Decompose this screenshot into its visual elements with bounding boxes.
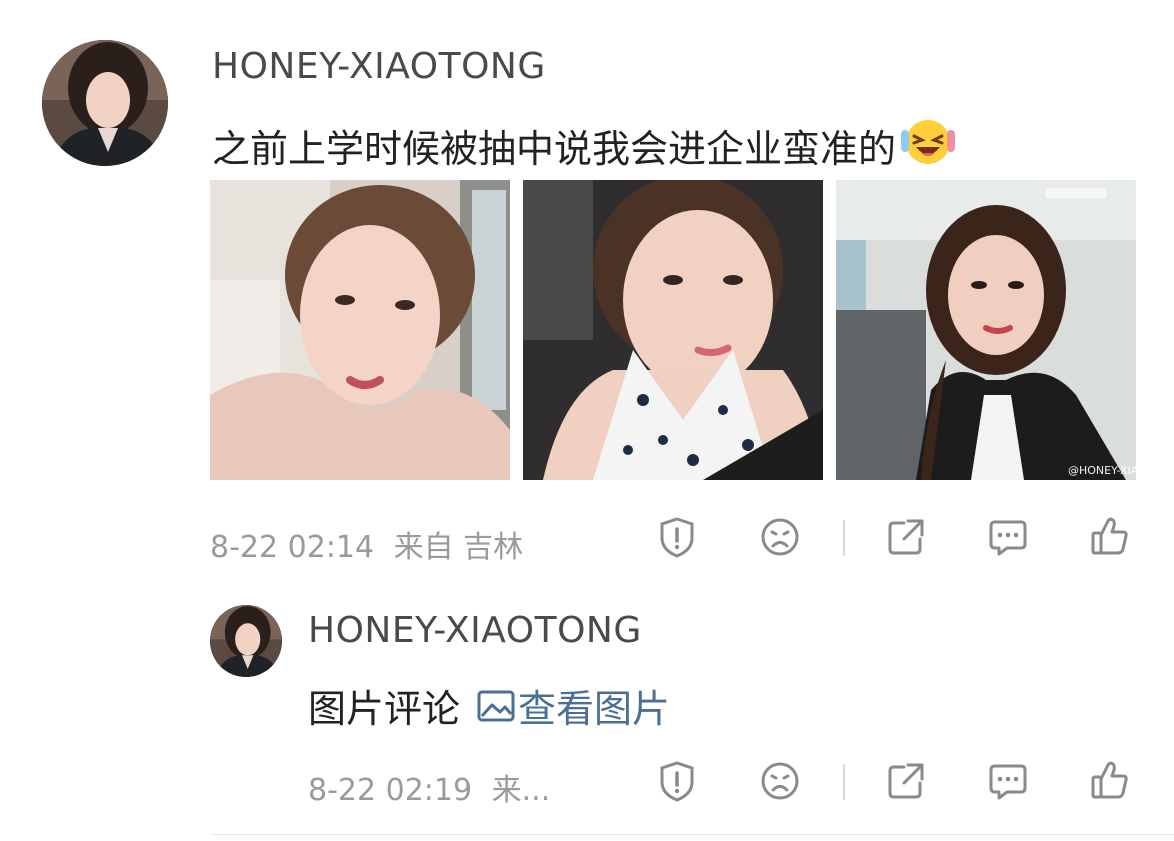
post-text: 之前上学时候被抽中说我会进企业蛮准的 <box>212 116 956 175</box>
selfie-photo-3[interactable]: @HONEY-XIA <box>836 180 1136 480</box>
like-button[interactable] <box>1088 513 1132 559</box>
action-divider <box>843 520 845 556</box>
like-icon <box>1091 517 1128 555</box>
report-icon <box>660 517 694 558</box>
selfie-photo-1[interactable] <box>210 180 510 480</box>
share-button[interactable] <box>884 515 928 559</box>
report-icon <box>660 761 694 802</box>
comment-icon <box>989 520 1027 556</box>
dislike-button[interactable] <box>758 515 802 559</box>
reply-dislike-button[interactable] <box>758 759 802 803</box>
post-timestamp: 8-22 02:14 <box>210 530 375 565</box>
reply-text-body: 图片评论 <box>308 687 461 731</box>
reply-action-divider <box>843 764 845 800</box>
report-button[interactable] <box>655 515 699 559</box>
comment-button[interactable] <box>986 515 1030 559</box>
dislike-icon <box>761 762 799 800</box>
reply-like-button[interactable] <box>1088 757 1132 803</box>
post-meta: 8-22 02:14 来自 吉林 <box>210 522 523 566</box>
reply-meta: 8-22 02:19 来... <box>308 765 550 809</box>
reply-location: 来... <box>491 773 551 808</box>
laughing-crying-emoji-icon <box>900 116 956 175</box>
post-avatar[interactable] <box>42 40 168 166</box>
view-image-label: 查看图片 <box>518 687 671 731</box>
share-icon <box>888 763 924 799</box>
reply-timestamp: 8-22 02:19 <box>308 773 473 808</box>
selfie-photo-2[interactable] <box>523 180 823 480</box>
post-text-body: 之前上学时候被抽中说我会进企业蛮准的 <box>212 127 897 171</box>
view-image-link[interactable]: 查看图片 <box>476 678 670 733</box>
comment-icon <box>989 764 1027 800</box>
share-icon <box>888 519 924 555</box>
reply-username[interactable]: HONEY-XIAOTONG <box>308 610 642 651</box>
reply-comment-button[interactable] <box>986 759 1030 803</box>
post-location: 来自 吉林 <box>393 530 524 565</box>
reply-share-button[interactable] <box>884 759 928 803</box>
reply-text: 图片评论 查看图片 <box>308 678 670 733</box>
photo-watermark: @HONEY-XIA <box>1068 464 1136 477</box>
reply-report-button[interactable] <box>655 759 699 803</box>
dislike-icon <box>761 518 799 556</box>
post-username[interactable]: HONEY-XIAOTONG <box>212 46 546 87</box>
reply-avatar[interactable] <box>210 605 282 677</box>
like-icon <box>1091 761 1128 799</box>
bottom-divider <box>210 834 1174 835</box>
image-icon <box>477 690 515 721</box>
